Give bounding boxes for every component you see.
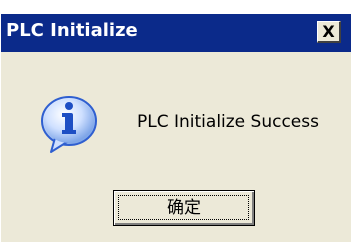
- title-bar[interactable]: PLC Initialize X: [1, 14, 351, 52]
- close-button[interactable]: X: [317, 21, 341, 43]
- ok-button[interactable]: 确定: [113, 190, 255, 226]
- message-dialog: PLC Initialize X PLC Initialize Success …: [0, 14, 351, 242]
- message-text: PLC Initialize Success: [137, 112, 319, 132]
- info-icon: [41, 96, 97, 153]
- window-title: PLC Initialize: [6, 20, 138, 41]
- close-icon: X: [322, 22, 335, 41]
- ok-button-label: 确定: [167, 198, 201, 218]
